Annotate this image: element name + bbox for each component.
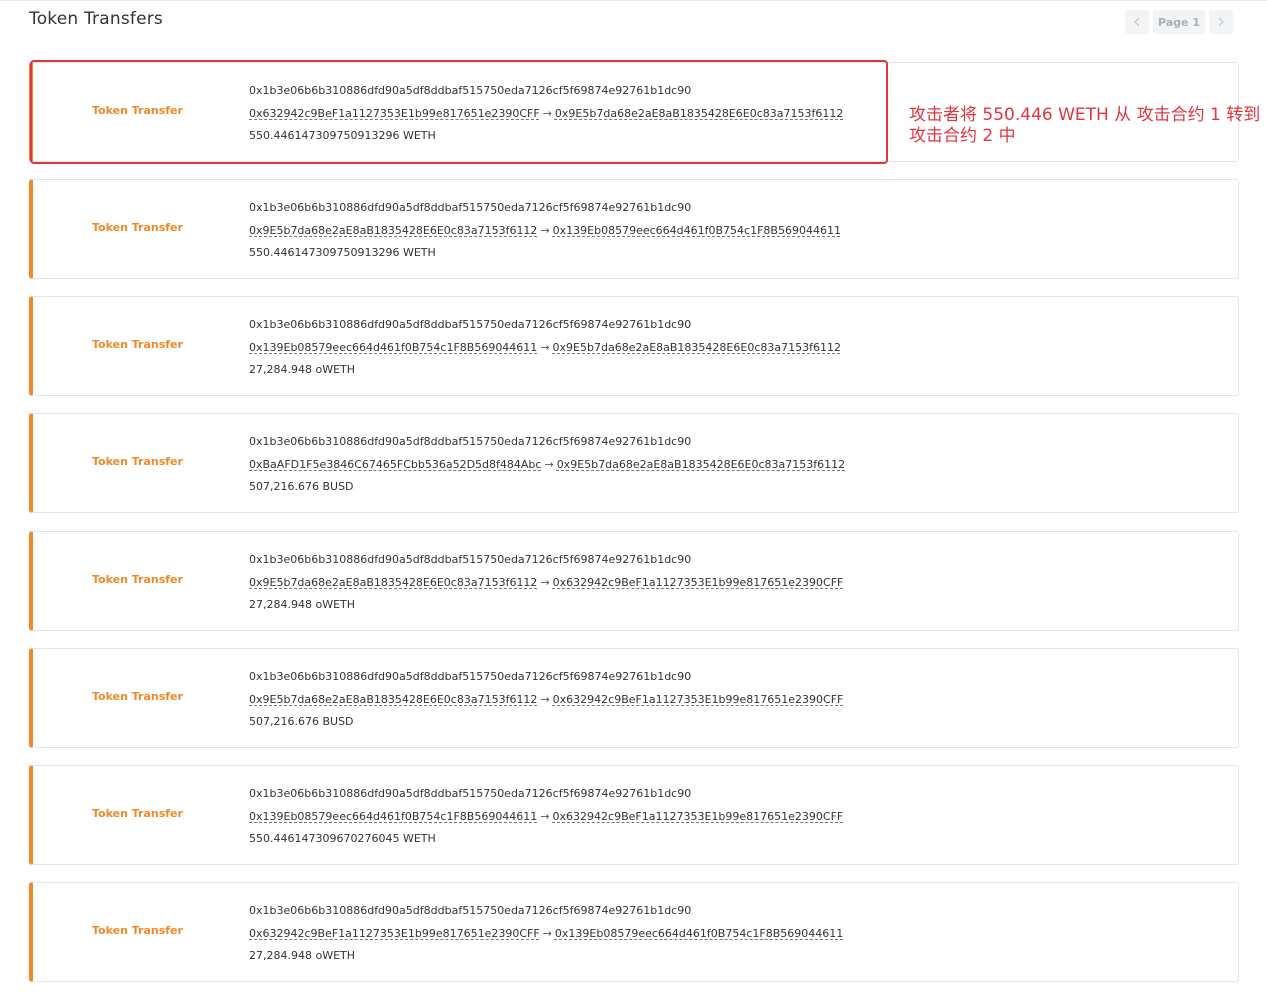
to-address-link[interactable]: 0x632942c9BeF1a1127353E1b99e817651e2390C… — [553, 693, 844, 706]
highlight-box — [30, 60, 888, 164]
transfer-type-label: Token Transfer — [92, 924, 183, 937]
transfer-amount: 507,216.676 BUSD — [249, 715, 354, 728]
token-transfer-card: Token Transfer 0x1b3e06b6b310886dfd90a5d… — [29, 179, 1239, 279]
arrow-right-icon: → — [540, 809, 550, 823]
tx-hash-link[interactable]: 0x1b3e06b6b310886dfd90a5df8ddbaf515750ed… — [249, 435, 691, 448]
to-address-link[interactable]: 0x9E5b7da68e2aE8aB1835428E6E0c83a7153f61… — [553, 341, 841, 354]
transfer-amount: 27,284.948 oWETH — [249, 363, 356, 376]
chevron-left-icon — [1134, 17, 1140, 27]
pagination-prev-button[interactable] — [1125, 10, 1149, 34]
tx-hash-link[interactable]: 0x1b3e06b6b310886dfd90a5df8ddbaf515750ed… — [249, 904, 691, 917]
tx-hash-link[interactable]: 0x1b3e06b6b310886dfd90a5df8ddbaf515750ed… — [249, 787, 691, 800]
from-address-link[interactable]: 0x139Eb08579eec664d461f0B754c1F8B5690446… — [249, 810, 537, 823]
tx-hash-link[interactable]: 0x1b3e06b6b310886dfd90a5df8ddbaf515750ed… — [249, 201, 691, 214]
to-address-link[interactable]: 0x632942c9BeF1a1127353E1b99e817651e2390C… — [553, 810, 844, 823]
page-title: Token Transfers — [29, 9, 163, 29]
chevron-right-icon — [1218, 17, 1224, 27]
arrow-right-icon: → — [540, 223, 550, 237]
arrow-right-icon: → — [544, 457, 554, 471]
pagination-next-button[interactable] — [1209, 10, 1233, 34]
from-address-link[interactable]: 0x139Eb08579eec664d461f0B754c1F8B5690446… — [249, 341, 537, 354]
transfer-type-label: Token Transfer — [92, 455, 183, 468]
transfer-amount: 27,284.948 oWETH — [249, 598, 356, 611]
transfer-type-label: Token Transfer — [92, 221, 183, 234]
transfer-amount: 550.446147309750913296 WETH — [249, 246, 436, 259]
tx-hash-link[interactable]: 0x1b3e06b6b310886dfd90a5df8ddbaf515750ed… — [249, 553, 691, 566]
arrow-right-icon: → — [540, 575, 550, 589]
to-address-link[interactable]: 0x139Eb08579eec664d461f0B754c1F8B5690446… — [553, 224, 841, 237]
transfer-amount: 507,216.676 BUSD — [249, 480, 354, 493]
from-address-link[interactable]: 0x9E5b7da68e2aE8aB1835428E6E0c83a7153f61… — [249, 693, 537, 706]
transfer-type-label: Token Transfer — [92, 573, 183, 586]
annotation-text: 攻击者将 550.446 WETH 从 攻击合约 1 转到 攻击合约 2 中 — [909, 105, 1261, 146]
token-transfer-card: Token Transfer 0x1b3e06b6b310886dfd90a5d… — [29, 531, 1239, 631]
token-transfer-card: Token Transfer 0x1b3e06b6b310886dfd90a5d… — [29, 882, 1239, 982]
token-transfer-card: Token Transfer 0x1b3e06b6b310886dfd90a5d… — [29, 413, 1239, 513]
token-transfer-card: Token Transfer 0x1b3e06b6b310886dfd90a5d… — [29, 296, 1239, 396]
transfer-type-label: Token Transfer — [92, 690, 183, 703]
to-address-link[interactable]: 0x9E5b7da68e2aE8aB1835428E6E0c83a7153f61… — [557, 458, 845, 471]
transfer-type-label: Token Transfer — [92, 807, 183, 820]
arrow-right-icon: → — [542, 926, 552, 940]
token-transfer-card: Token Transfer 0x1b3e06b6b310886dfd90a5d… — [29, 648, 1239, 748]
transfer-amount: 550.446147309670276045 WETH — [249, 832, 436, 845]
pagination-current-page: Page 1 — [1153, 10, 1205, 34]
arrow-right-icon: → — [540, 340, 550, 354]
from-address-link[interactable]: 0xBaAFD1F5e3846C67465FCbb536a52D5d8f484A… — [249, 458, 541, 471]
transfer-amount: 27,284.948 oWETH — [249, 949, 356, 962]
from-address-link[interactable]: 0x9E5b7da68e2aE8aB1835428E6E0c83a7153f61… — [249, 224, 537, 237]
tx-hash-link[interactable]: 0x1b3e06b6b310886dfd90a5df8ddbaf515750ed… — [249, 670, 691, 683]
token-transfer-card: Token Transfer 0x1b3e06b6b310886dfd90a5d… — [29, 765, 1239, 865]
arrow-right-icon: → — [540, 692, 550, 706]
top-divider — [0, 0, 1267, 1]
transfer-type-label: Token Transfer — [92, 338, 183, 351]
from-address-link[interactable]: 0x632942c9BeF1a1127353E1b99e817651e2390C… — [249, 927, 540, 940]
to-address-link[interactable]: 0x139Eb08579eec664d461f0B754c1F8B5690446… — [555, 927, 843, 940]
pagination: Page 1 — [1125, 10, 1233, 34]
to-address-link[interactable]: 0x632942c9BeF1a1127353E1b99e817651e2390C… — [553, 576, 844, 589]
from-address-link[interactable]: 0x9E5b7da68e2aE8aB1835428E6E0c83a7153f61… — [249, 576, 537, 589]
tx-hash-link[interactable]: 0x1b3e06b6b310886dfd90a5df8ddbaf515750ed… — [249, 318, 691, 331]
